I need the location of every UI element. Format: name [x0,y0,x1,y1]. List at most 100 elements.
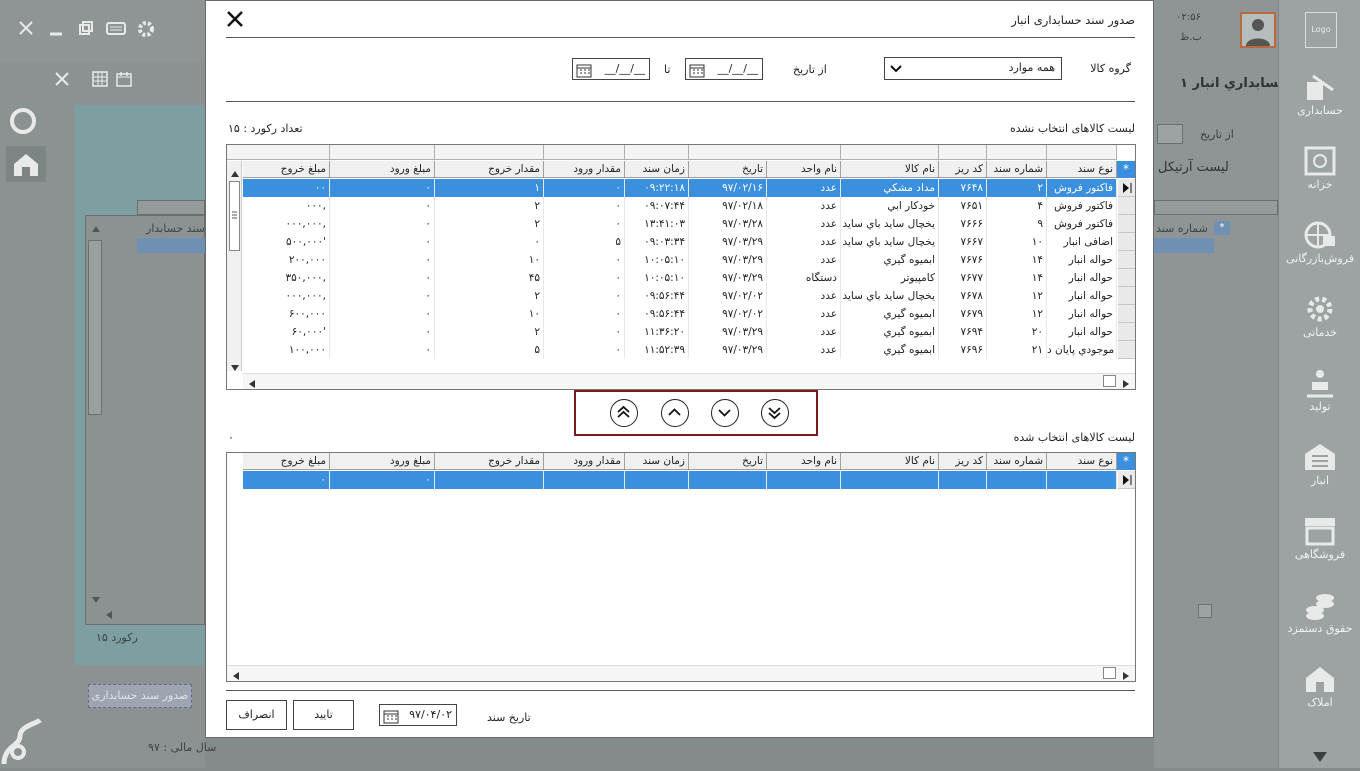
horizontal-scrollbar[interactable] [243,373,1135,389]
column-header[interactable]: شماره سند [987,453,1047,470]
table-row[interactable]: اضافی انبار ۱۰ ۷۶۶۷ يخچال ساید باي ساید عدد ۹… [227,233,1135,251]
issue-accounting-doc-button[interactable]: صدور سند حسابداری [88,684,192,708]
column-header[interactable]: شماره سند [987,161,1047,178]
row-indicator[interactable] [1118,341,1135,359]
column-header[interactable]: نام واحد [767,161,841,178]
scroll-up-arrow-icon[interactable] [92,222,100,235]
doc-date-field[interactable]: ۹۷/۰۴/۰۲ [379,704,457,726]
move-up-button[interactable] [661,399,689,427]
scroll-thumb[interactable] [1103,667,1116,679]
move-all-down-button[interactable] [761,399,789,427]
scroll-down-arrow-icon[interactable] [231,361,239,374]
minimize-icon[interactable] [48,20,64,39]
table-row[interactable]: حواله انبار ۱۲ ۷۶۷۸ يخچال ساید باي ساید عدد ۹… [227,287,1135,305]
sidebar-item-payroll[interactable]: حقوق دستمزد [1279,582,1360,654]
grid-icon[interactable] [92,71,108,90]
column-header[interactable]: زمان سند [625,453,689,470]
from-date-field[interactable]: __/__/__ [685,58,763,80]
table-row[interactable]: ۰۰ [227,471,1135,489]
scroll-left-arrow-icon[interactable] [233,670,239,681]
selected-items-grid[interactable]: * نوع سند شماره سند کد ریز نام کالا نام واحد ت… [226,452,1136,682]
sidebar-item-production[interactable]: تولید [1279,360,1360,432]
sidebar-scroll-down-icon[interactable] [1313,752,1327,765]
scroll-right-arrow-icon[interactable] [1123,670,1129,681]
column-header[interactable]: نام کالا [841,161,939,178]
select-all-icon[interactable]: * [1214,221,1230,235]
column-header[interactable]: مبلغ ورود [330,161,435,178]
column-header[interactable]: مبلغ ورود [330,453,435,470]
column-header[interactable]: نام کالا [841,453,939,470]
column-header[interactable]: تاریخ [689,161,767,178]
row-indicator[interactable] [1118,471,1135,489]
close-tab-icon[interactable] [55,72,69,89]
table-row[interactable]: موجودي پایان د ۲۱ ۷۶۹۶ ابمیوه گیري عدد ۹۷/۰۳/… [227,341,1135,359]
table-row[interactable]: فاکتور فروش ۹ ۷۶۶۶ يخچال ساید باي ساید عدد ۹۷… [227,215,1135,233]
sidebar-item-store[interactable]: فروشگاهی [1279,508,1360,580]
table-row[interactable]: حواله انبار ۱۴ ۷۶۷۷ کامپیوتر دستگاه ۹۷/۰۳/۲۹ ۱… [227,269,1135,287]
row-indicator[interactable] [1118,269,1135,287]
from-date-field[interactable] [1157,124,1183,144]
column-header[interactable]: کد ریز [939,161,987,178]
select-all-icon[interactable]: * [1117,161,1135,178]
horizontal-scrollbar[interactable] [227,665,1135,681]
column-header[interactable]: نوع سند [1047,453,1117,470]
column-header[interactable]: مقدار خروج [435,453,544,470]
scroll-left-arrow-icon[interactable] [106,609,112,622]
scroll-up-arrow-icon[interactable] [231,167,239,180]
background-scroll-thumb[interactable] [1198,604,1212,618]
calendar-icon[interactable] [383,708,399,724]
row-indicator[interactable] [1118,197,1135,215]
column-header[interactable]: مبلغ خروج [243,453,330,470]
scroll-left-arrow-icon[interactable] [249,378,255,389]
close-icon[interactable] [18,20,34,39]
calendar-icon[interactable] [689,62,705,78]
sidebar-item-services[interactable]: خدماتی [1279,286,1360,358]
sidebar-item-treasury[interactable]: خزانه [1279,138,1360,210]
avatar[interactable] [1240,12,1276,48]
row-indicator[interactable] [1118,323,1135,341]
row-indicator[interactable] [1118,305,1135,323]
column-header[interactable]: کد ریز [939,453,987,470]
keyboard-icon[interactable] [106,20,126,39]
gear-icon[interactable] [136,19,156,42]
row-indicator[interactable] [1118,287,1135,305]
confirm-button[interactable]: تایید [293,700,354,730]
scroll-thumb[interactable] [229,181,240,251]
scroll-right-arrow-icon[interactable] [1123,378,1129,389]
calendar-icon[interactable] [116,71,132,90]
row-indicator[interactable] [1118,215,1135,233]
move-down-button[interactable] [711,399,739,427]
table-row[interactable]: حواله انبار ۱۴ ۷۶۷۶ ابمیوه گیري عدد ۹۷/۰۳/۲۹ ۱… [227,251,1135,269]
column-header[interactable]: مقدار ورود [544,161,625,178]
row-indicator[interactable] [1118,179,1135,197]
scroll-thumb[interactable] [1103,375,1116,387]
scroll-down-arrow-icon[interactable] [92,593,100,606]
select-all-icon[interactable]: * [1117,453,1135,470]
cancel-button[interactable]: انصراف [226,700,287,730]
table-row[interactable]: حواله انبار ۱۲ ۷۶۷۹ ابمیوه گیري عدد ۹۷/۰۲/۰۲ ۰… [227,305,1135,323]
sidebar-item-property[interactable]: املاک [1279,656,1360,728]
row-indicator[interactable] [1118,233,1135,251]
unselected-items-grid[interactable]: * نوع سند شماره سند کد ریز نام کالا نام واحد ت… [226,144,1136,390]
column-header[interactable]: تاریخ [689,453,767,470]
sidebar-item-accounting[interactable]: حسابداری [1279,64,1360,136]
column-header[interactable]: زمان سند [625,161,689,178]
home-icon[interactable] [6,146,46,182]
calendar-icon[interactable] [576,62,592,78]
sidebar-item-commerce[interactable]: فروش‌بازرگانی [1279,212,1360,284]
group-select[interactable]: همه موارد [884,57,1062,80]
sidebar-item-warehouse[interactable]: انبار [1279,434,1360,506]
table-row[interactable]: فاکتور فروش ۲ ۷۶۴۸ مداد مشكي عدد ۹۷/۰۲/۱۶ ۰۹:۲… [227,179,1135,197]
column-header[interactable]: مقدار خروج [435,161,544,178]
column-header[interactable]: مبلغ خروج [243,161,330,178]
column-header[interactable]: نام واحد [767,453,841,470]
close-icon[interactable] [226,10,244,31]
to-date-field[interactable]: __/__/__ [572,58,650,80]
refresh-icon[interactable] [8,106,38,139]
column-header[interactable]: مقدار ورود [544,453,625,470]
column-header[interactable]: نوع سند [1047,161,1117,178]
background-scrollbar[interactable] [88,240,102,415]
table-row[interactable]: حواله انبار ۲۰ ۷۶۹۴ ابمیوه گیري عدد ۹۷/۰۳/۲۹ ۱… [227,323,1135,341]
row-indicator[interactable] [1118,251,1135,269]
restore-icon[interactable] [78,20,94,39]
